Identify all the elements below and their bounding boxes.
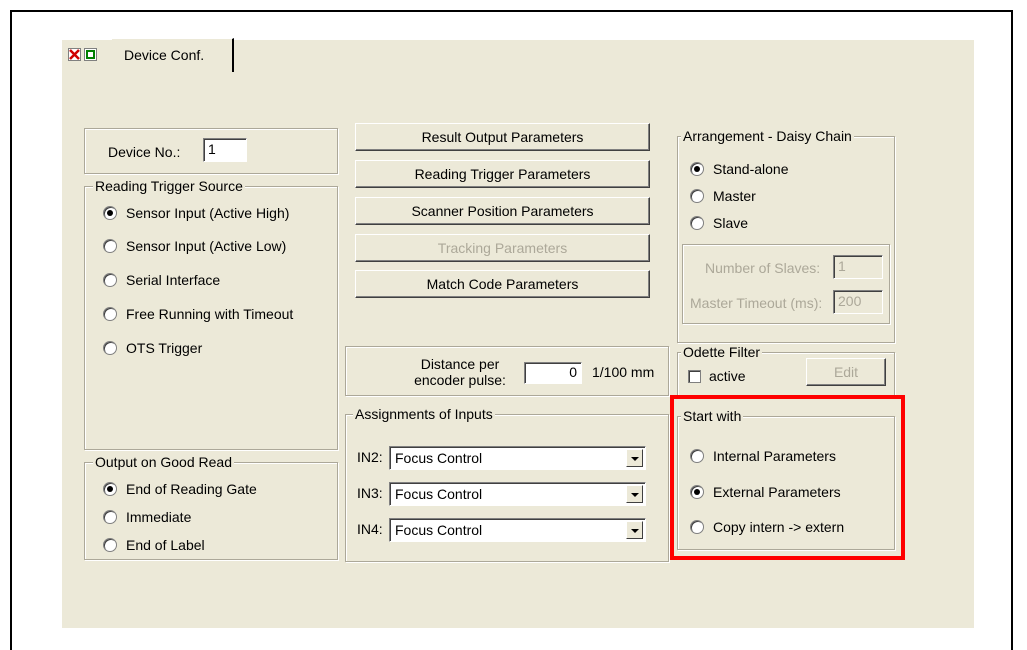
chevron-down-icon[interactable]	[626, 485, 643, 503]
radio-serial[interactable]: Serial Interface	[103, 272, 220, 288]
chevron-down-icon[interactable]	[626, 449, 643, 467]
output-good-read-title: Output on Good Read	[93, 454, 234, 470]
in2-label: IN2:	[357, 449, 383, 465]
slaves-label: Number of Slaves:	[705, 260, 821, 276]
radio-label: Sensor Input (Active High)	[126, 205, 290, 221]
radio-label: OTS Trigger	[126, 340, 203, 356]
chevron-down-icon[interactable]	[626, 521, 643, 539]
encoder-label-line2: encoder pulse:	[414, 372, 506, 388]
radio-sensor-low[interactable]: Sensor Input (Active Low)	[103, 238, 286, 254]
radio-label: Slave	[713, 215, 749, 231]
radio-label: End of Label	[126, 537, 205, 553]
radio-indicator	[103, 538, 117, 552]
tab-device-conf[interactable]: Device Conf.	[112, 38, 234, 72]
select-value: Focus Control	[395, 522, 483, 538]
radio-label: End of Reading Gate	[126, 481, 257, 497]
tracking-button[interactable]: Tracking Parameters	[355, 234, 650, 262]
timeout-field[interactable]: 200	[833, 290, 883, 314]
odette-edit-button[interactable]: Edit	[806, 358, 886, 386]
device-no-field[interactable]: 1	[203, 138, 247, 162]
radio-indicator	[103, 341, 117, 355]
radio-slave[interactable]: Slave	[690, 215, 748, 231]
reading-trigger-button[interactable]: Reading Trigger Parameters	[355, 160, 650, 188]
radio-indicator	[103, 510, 117, 524]
radio-indicator	[690, 162, 704, 176]
reading-trigger-title: Reading Trigger Source	[93, 178, 245, 194]
encoder-field[interactable]: 0	[524, 362, 582, 384]
radio-indicator	[103, 482, 117, 496]
radio-immediate[interactable]: Immediate	[103, 509, 191, 525]
radio-free-running[interactable]: Free Running with Timeout	[103, 306, 293, 322]
radio-label: Immediate	[126, 509, 192, 525]
radio-label: Stand-alone	[713, 161, 789, 177]
device-no-label: Device No.:	[108, 144, 181, 160]
scanner-position-button[interactable]: Scanner Position Parameters	[355, 197, 650, 225]
result-output-button[interactable]: Result Output Parameters	[355, 123, 650, 151]
in4-label: IN4:	[357, 521, 383, 537]
odette-active-checkbox[interactable]: active	[688, 368, 746, 384]
radio-end-reading-gate[interactable]: End of Reading Gate	[103, 481, 257, 497]
radio-label: Sensor Input (Active Low)	[126, 238, 287, 254]
radio-label: Free Running with Timeout	[126, 306, 294, 322]
in3-label: IN3:	[357, 485, 383, 501]
radio-label: Serial Interface	[126, 272, 221, 288]
encoder-label-line1: Distance per	[420, 356, 500, 372]
close-icon[interactable]	[68, 48, 81, 61]
radio-indicator	[103, 273, 117, 287]
restore-icon[interactable]	[84, 48, 97, 61]
radio-ots[interactable]: OTS Trigger	[103, 340, 202, 356]
tab-label: Device Conf.	[124, 47, 205, 63]
select-value: Focus Control	[395, 450, 483, 466]
encoder-unit: 1/100 mm	[592, 364, 655, 380]
radio-indicator	[103, 206, 117, 220]
radio-stand-alone[interactable]: Stand-alone	[690, 161, 789, 177]
checkbox-label: active	[709, 368, 746, 384]
slaves-field[interactable]: 1	[833, 255, 883, 279]
daisy-chain-title: Arrangement - Daisy Chain	[681, 128, 854, 144]
highlight-box	[670, 395, 905, 560]
inputs-title: Assignments of Inputs	[353, 406, 495, 422]
encoder-label: Distance per encoder pulse:	[400, 356, 520, 388]
select-value: Focus Control	[395, 486, 483, 502]
radio-indicator	[103, 239, 117, 253]
in3-select[interactable]: Focus Control	[389, 482, 646, 506]
radio-end-of-label[interactable]: End of Label	[103, 537, 205, 553]
match-code-button[interactable]: Match Code Parameters	[355, 270, 650, 298]
radio-indicator	[690, 189, 704, 203]
radio-master[interactable]: Master	[690, 188, 756, 204]
radio-indicator	[690, 216, 704, 230]
radio-indicator	[103, 307, 117, 321]
timeout-label: Master Timeout (ms):	[690, 295, 823, 311]
odette-title: Odette Filter	[681, 344, 763, 360]
radio-sensor-high[interactable]: Sensor Input (Active High)	[103, 205, 289, 221]
radio-label: Master	[713, 188, 756, 204]
checkbox-box	[688, 369, 701, 383]
in2-select[interactable]: Focus Control	[389, 446, 646, 470]
in4-select[interactable]: Focus Control	[389, 518, 646, 542]
